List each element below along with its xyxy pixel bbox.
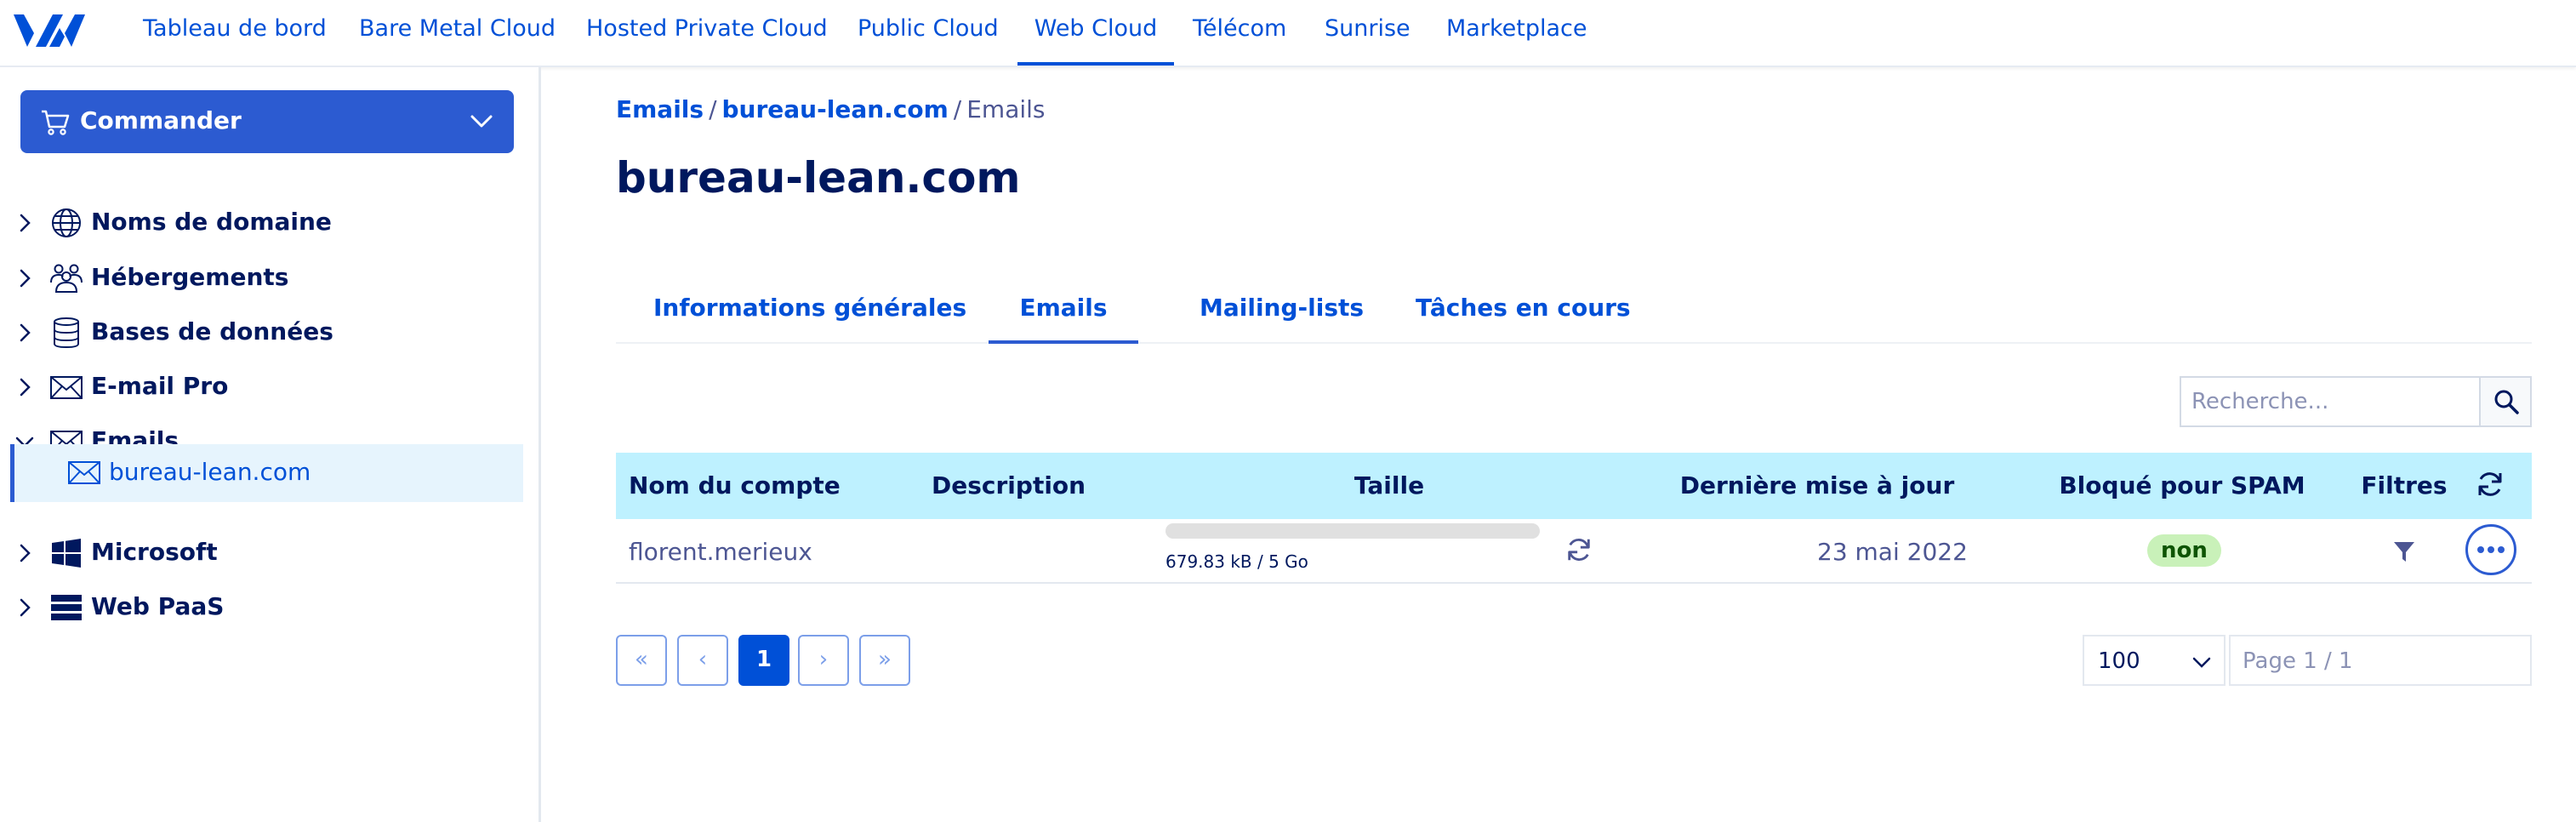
page-first-button[interactable]: « [616, 635, 667, 686]
column-header-spam[interactable]: Bloqué pour SPAM [2059, 471, 2305, 499]
sidebar-item-web-paas[interactable]: Web PaaS [0, 583, 524, 631]
cell-updated: 23 mai 2022 [1817, 538, 1968, 566]
per-page-select[interactable]: 100 [2083, 635, 2226, 686]
breadcrumb-current: Emails [966, 95, 1046, 123]
globe-icon [52, 208, 81, 237]
ellipsis-icon [2477, 546, 2505, 553]
nav-tableau-de-bord[interactable]: Tableau de bord [143, 0, 327, 66]
cell-account[interactable]: florent.merieux [629, 538, 812, 566]
breadcrumb: Emails / bureau-lean.com / Emails [616, 95, 1046, 123]
ovh-logo-icon[interactable] [12, 8, 87, 52]
refresh-icon[interactable] [2476, 470, 2505, 499]
status-badge: non [2147, 534, 2221, 567]
nav-public-cloud[interactable]: Public Cloud [858, 0, 999, 66]
column-header-size[interactable]: Taille [1354, 471, 1424, 499]
sidebar-item-label: Bases de données [91, 317, 333, 345]
tab-taches-en-cours[interactable]: Tâches en cours [1416, 281, 1631, 344]
nav-sunrise[interactable]: Sunrise [1325, 0, 1411, 66]
chevron-right-icon[interactable] [15, 323, 34, 342]
quota-progress-bar [1165, 523, 1540, 539]
breadcrumb-separator: / [953, 95, 962, 123]
tab-mailing-lists[interactable]: Mailing-lists [1200, 281, 1364, 344]
per-page-value: 100 [2098, 648, 2140, 674]
refresh-icon[interactable] [1565, 536, 1593, 563]
column-header-filters[interactable]: Filtres [2361, 471, 2447, 499]
stack-icon [51, 595, 82, 620]
nav-web-cloud[interactable]: Web Cloud [1017, 0, 1174, 66]
sidebar-item-noms-de-domaine[interactable]: Noms de domaine [0, 198, 524, 246]
nav-telecom[interactable]: Télécom [1193, 0, 1286, 66]
sidebar-item-label: Noms de domaine [91, 208, 332, 236]
page-last-button[interactable]: » [859, 635, 910, 686]
sidebar-item-email-pro[interactable]: E-mail Pro [0, 362, 524, 410]
nav-bare-metal-cloud[interactable]: Bare Metal Cloud [359, 0, 556, 66]
column-header-account[interactable]: Nom du compte [629, 471, 841, 499]
windows-icon [52, 539, 81, 568]
more-actions-button[interactable] [2465, 524, 2516, 575]
top-navigation: Tableau de bord Bare Metal Cloud Hosted … [0, 0, 2576, 67]
nav-marketplace[interactable]: Marketplace [1446, 0, 1587, 66]
breadcrumb-link-domain[interactable]: bureau-lean.com [722, 95, 949, 123]
chevron-down-icon [470, 115, 493, 128]
order-button[interactable]: Commander [20, 90, 514, 153]
column-header-description[interactable]: Description [932, 471, 1086, 499]
envelope-icon [50, 376, 83, 399]
search-input[interactable] [2181, 378, 2481, 425]
people-icon [50, 264, 83, 293]
column-header-updated[interactable]: Dernière mise à jour [1680, 471, 1955, 499]
tab-informations-generales[interactable]: Informations générales [653, 281, 966, 344]
page-prev-button[interactable]: ‹ [677, 635, 728, 686]
breadcrumb-separator: / [709, 95, 717, 123]
tab-bar: Informations générales Emails Mailing-li… [616, 281, 2532, 344]
envelope-icon [68, 461, 100, 484]
page-next-button[interactable]: › [798, 635, 849, 686]
table-header: Nom du compte Description Taille Dernièr… [616, 453, 2532, 519]
sidebar-item-label: Microsoft [91, 538, 218, 566]
search-box [2180, 376, 2532, 427]
chevron-right-icon[interactable] [15, 598, 34, 617]
search-icon [2494, 390, 2519, 414]
breadcrumb-link-emails[interactable]: Emails [616, 95, 704, 123]
sidebar-item-microsoft[interactable]: Microsoft [0, 528, 524, 576]
sidebar-item-label: Web PaaS [91, 592, 225, 620]
chevron-right-icon[interactable] [15, 544, 34, 562]
chevron-down-icon [2192, 657, 2211, 668]
quota-text: 679.83 kB / 5 Go [1165, 551, 1308, 572]
filter-icon[interactable] [2392, 539, 2416, 563]
page-number-input[interactable]: Page 1 / 1 [2229, 635, 2532, 686]
page-current-button[interactable]: 1 [738, 635, 789, 686]
search-button[interactable] [2481, 378, 2530, 425]
chevron-right-icon[interactable] [15, 378, 34, 397]
database-icon [54, 317, 79, 349]
sidebar-item-bases-de-donnees[interactable]: Bases de données [0, 308, 524, 356]
table-row: florent.merieux 679.83 kB / 5 Go 23 mai … [616, 519, 2532, 584]
sidebar-item-label: E-mail Pro [91, 372, 229, 400]
order-button-label: Commander [80, 106, 242, 134]
chevron-right-icon[interactable] [15, 269, 34, 288]
page-title: bureau-lean.com [616, 153, 1021, 203]
sidebar-item-bureau-lean[interactable]: bureau-lean.com [10, 444, 523, 502]
cart-icon [42, 110, 70, 135]
sidebar-item-hebergements[interactable]: Hébergements [0, 254, 524, 301]
chevron-right-icon[interactable] [15, 214, 34, 232]
tab-emails[interactable]: Emails [989, 281, 1138, 344]
page-info: Page 1 / 1 [2243, 648, 2353, 674]
sidebar: Commander Noms de domaine Hébergements B… [0, 67, 541, 822]
nav-hosted-private-cloud[interactable]: Hosted Private Cloud [586, 0, 828, 66]
sidebar-item-label: bureau-lean.com [109, 458, 311, 486]
sidebar-item-label: Hébergements [91, 263, 289, 291]
